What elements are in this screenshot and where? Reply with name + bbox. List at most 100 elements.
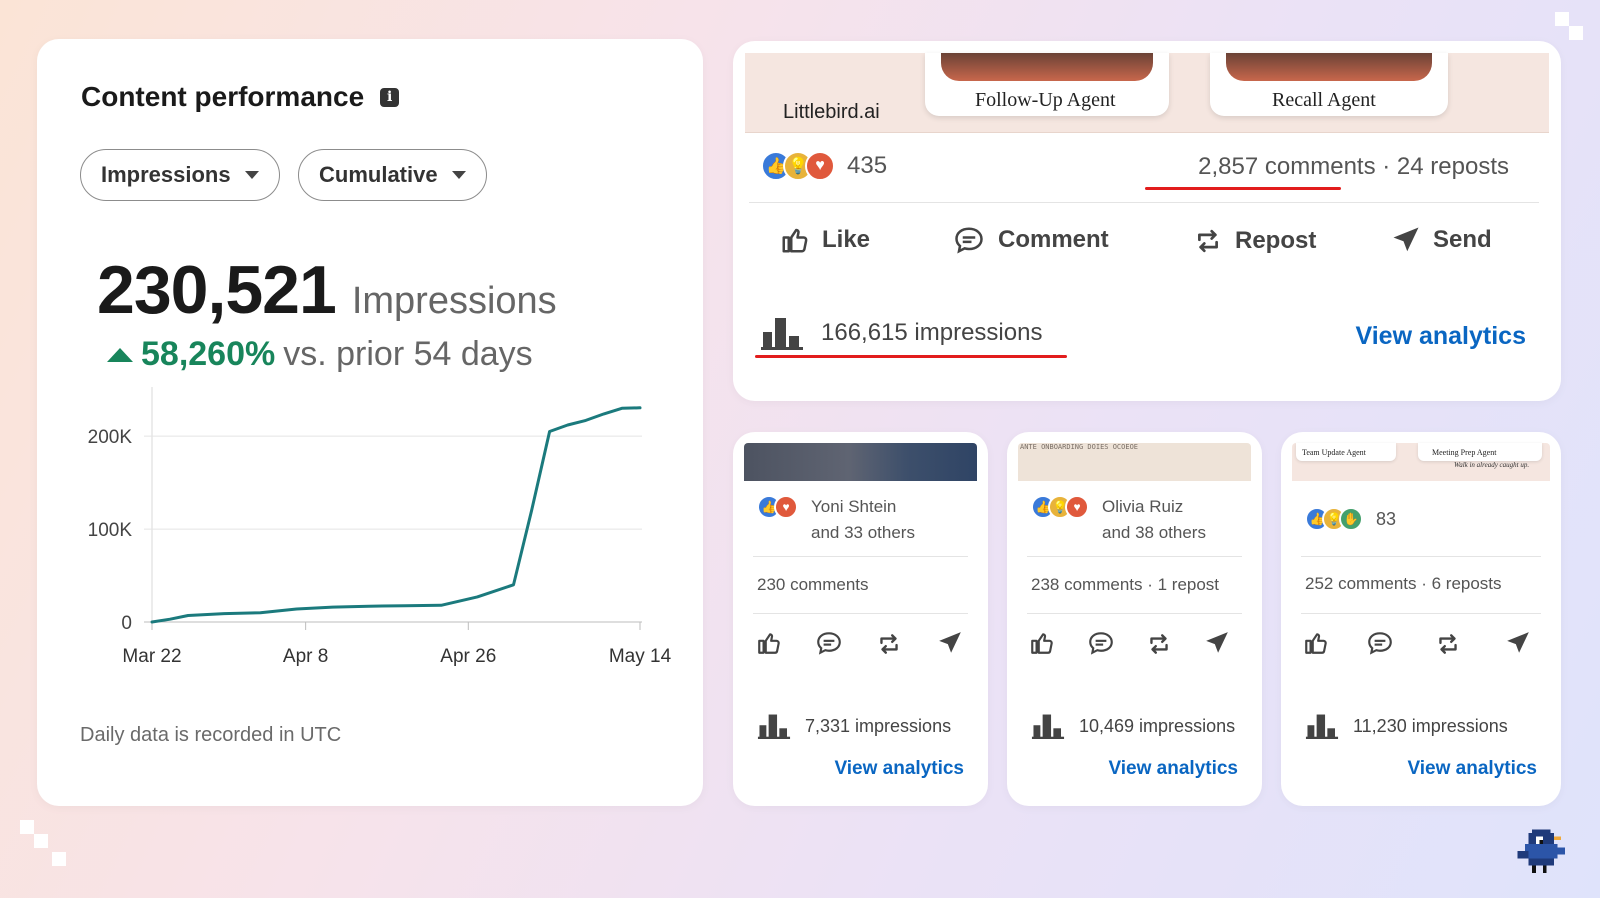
agent-image [1226,53,1432,81]
thumbs-up-icon[interactable] [756,630,782,656]
recall-agent-label: Recall Agent [1272,89,1376,111]
divider [1301,613,1541,614]
y-tick-label: 100K [88,520,133,541]
metric-dropdown-label: Impressions [101,162,231,187]
image-card-recall: Recall Agent [1210,53,1448,116]
image-card: Meeting Prep Agent [1418,443,1542,461]
reaction-icons: 👍 ♥ [757,495,798,519]
speech-bubble-icon[interactable] [1366,630,1394,656]
post-action-bar: Like Comment Repost Send [733,225,1561,265]
reactions-summary[interactable]: 👍 💡 ♥ Olivia Ruiz and 38 others [1031,494,1206,546]
divider [1027,613,1242,614]
post-image[interactable]: Team Update Agent Meeting Prep Agent Wal… [1292,443,1550,481]
x-tick-label: Apr 26 [440,646,496,667]
impressions-count: 10,469 impressions [1079,715,1236,736]
post-action-bar [1007,630,1262,660]
repost-label: Repost [1235,227,1317,254]
view-analytics-link[interactable]: View analytics [1108,758,1238,780]
thumbs-up-icon[interactable] [1303,630,1329,656]
reaction-count: 435 [847,152,888,179]
impressions-summary[interactable]: 7,331 impressions [757,713,951,739]
reactor-text: Olivia Ruiz and 38 others [1102,494,1206,546]
speech-bubble-icon[interactable] [815,630,843,656]
metric-dropdown[interactable]: Impressions [80,149,280,201]
post-card-3: Team Update Agent Meeting Prep Agent Wal… [1281,432,1561,806]
post-action-bar [1281,630,1561,660]
repost-button[interactable]: Repost [1193,225,1316,257]
love-reaction-icon: ♥ [774,495,798,519]
agent-image [941,53,1153,81]
growth-indicator: 58,260% vs. prior 54 days [107,335,533,374]
comments-summary[interactable]: 230 comments [757,575,869,595]
repost-arrows-icon [1198,229,1218,253]
x-tick-label: May 14 [609,646,672,667]
comment-button[interactable]: Comment [952,225,1109,255]
bar-chart-icon [757,714,791,739]
view-analytics-link[interactable]: View analytics [834,758,964,780]
comments-highlight-underline [1145,187,1341,190]
reactions-summary[interactable]: 👍 ♥ Yoni Shtein and 33 others [757,494,915,546]
reaction-icons: 👍 💡 ✋ [1305,507,1363,531]
thumbs-up-icon[interactable] [1029,630,1055,656]
reposts-count-link[interactable]: 24 reposts [1397,153,1509,180]
x-tick-label: Apr 8 [283,646,328,667]
send-button[interactable]: Send [1391,225,1492,255]
image-card-follow-up: Follow-Up Agent [925,53,1169,116]
impressions-summary[interactable]: 11,230 impressions [1305,713,1508,739]
mode-dropdown-label: Cumulative [319,162,438,187]
reactions-summary[interactable]: 👍 💡 ✋ 83 [1305,506,1396,532]
post-image-strip[interactable]: Littlebird.ai Follow-Up Agent Recall Age… [745,53,1549,133]
growth-percent: 58,260% [141,335,276,373]
repost-arrows-icon[interactable] [876,630,902,658]
reactions-summary[interactable]: 👍 💡 ♥ 435 [761,151,887,181]
repost-arrows-icon[interactable] [1435,630,1461,658]
speech-bubble-icon [955,227,983,254]
paper-plane-icon[interactable] [1505,630,1531,656]
content-performance-card: Content performance i Impressions Cumula… [37,39,703,806]
paper-plane-icon[interactable] [937,630,963,656]
total-impressions: 230,521 Impressions [97,251,557,329]
utc-footnote: Daily data is recorded in UTC [80,724,342,746]
thumbs-up-icon [782,228,808,253]
like-button[interactable]: Like [780,225,870,255]
love-reaction-icon: ♥ [805,151,835,181]
x-tick-label: Mar 22 [122,646,181,667]
paper-plane-icon[interactable] [1204,630,1230,656]
post-image[interactable]: ANTE ONBOARDING DOIES OCOEOE [1018,443,1251,481]
reactor-others: and 33 others [811,523,915,542]
impressions-highlight-underline [755,355,1067,358]
image-strip-text: ANTE ONBOARDING DOIES OCOEOE [1020,443,1139,451]
view-analytics-link[interactable]: View analytics [1356,322,1526,351]
comments-reposts-summary[interactable]: 238 comments · 1 repost [1031,575,1219,595]
team-update-agent-label: Team Update Agent [1302,448,1366,457]
total-impressions-unit: Impressions [351,280,557,322]
image-card: Team Update Agent [1296,443,1396,461]
impressions-count: 11,230 impressions [1353,715,1508,736]
post-card-1: 👍 ♥ Yoni Shtein and 33 others 230 commen… [733,432,988,806]
repost-arrows-icon[interactable] [1146,630,1172,658]
comments-count-link[interactable]: 2,857 comments [1198,153,1375,180]
bar-chart-icon [761,318,803,350]
reactor-text: Yoni Shtein and 33 others [811,494,915,546]
impressions-series-line [150,406,642,624]
comments-reposts-summary[interactable]: 252 comments · 6 reposts [1305,574,1502,594]
impressions-summary[interactable]: 166,615 impressions [761,316,1042,350]
meeting-prep-agent-label: Meeting Prep Agent [1432,448,1497,457]
growth-comparison: vs. prior 54 days [283,335,533,373]
divider [753,613,968,614]
follow-up-agent-label: Follow-Up Agent [975,89,1116,111]
triangle-up-icon [107,347,133,362]
impressions-summary[interactable]: 10,469 impressions [1031,713,1235,739]
mode-dropdown[interactable]: Cumulative [298,149,487,201]
bar-chart-icon [1031,714,1065,739]
speech-bubble-icon[interactable] [1087,630,1115,656]
view-analytics-link[interactable]: View analytics [1407,758,1537,780]
separator-dot: · [1382,153,1391,180]
caret-down-icon [451,171,466,179]
post-action-bar [733,630,988,660]
info-icon[interactable]: i [380,87,400,107]
reaction-count: 83 [1376,509,1397,529]
y-tick-label: 200K [88,427,133,448]
post-image[interactable] [744,443,977,481]
reactor-name: Yoni Shtein [811,497,897,516]
